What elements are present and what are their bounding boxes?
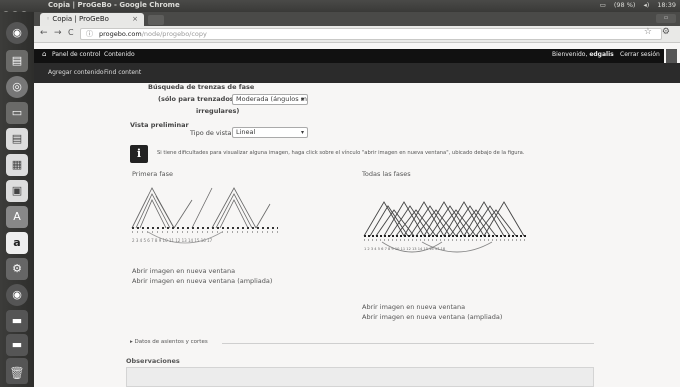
trash-icon[interactable]: 🗑 (6, 362, 28, 384)
search-sublabel-2: irregulares) (196, 107, 240, 115)
view-type-value: Lineal (236, 128, 256, 136)
clock[interactable]: 18:39 (657, 1, 676, 9)
welcome-text: Bienvenido, edgalis (552, 51, 614, 58)
logout-link[interactable]: Cerrar sesión (620, 51, 660, 58)
all-phases-title: Todas las fases (362, 170, 411, 178)
search-sublabel: (sólo para trenzados (158, 95, 234, 103)
view-type-select[interactable]: Lineal ▾ (232, 127, 308, 138)
battery-percent: (98 %) (613, 1, 636, 9)
browser-tab[interactable]: ◦ Copia | ProGeBo × (40, 13, 144, 26)
observations-textarea[interactable] (126, 367, 594, 387)
search-mode-select[interactable]: Moderada (ángulos m ▾ (232, 94, 308, 105)
observations-label: Observaciones (126, 357, 180, 365)
browser-icon[interactable]: ◎ (6, 76, 28, 98)
os-top-bar: Copia | ProGeBo - Google Chrome ▭ (98 %) ◂… (0, 0, 680, 17)
tab-close-icon[interactable]: × (132, 13, 138, 26)
all-open-large-link[interactable]: Abrir imagen en nueva ventana (ampliada) (362, 313, 502, 321)
system-tray: ▭ (98 %) ◂) 18:39 (592, 1, 676, 9)
browser-menu-icon[interactable]: ⚙ (662, 27, 670, 37)
add-content-link[interactable]: Agregar contenido (48, 69, 104, 76)
terminal-icon[interactable]: ▭ (6, 102, 28, 124)
window-app2-icon[interactable]: ▬ (6, 334, 28, 356)
window-controls[interactable] (3, 2, 43, 17)
username-link[interactable]: edgalis (589, 51, 613, 58)
window-title: Copia | ProGeBo - Google Chrome (48, 1, 180, 9)
house-icon[interactable]: ⌂ (42, 50, 46, 58)
window-app-icon[interactable]: ▬ (6, 310, 28, 332)
svg-text:2 3 4 5 6 7 8 9 10 11 12 13 14: 2 3 4 5 6 7 8 9 10 11 12 13 14 15 16 17 (132, 238, 213, 243)
calc-icon[interactable]: ▦ (6, 154, 28, 176)
seats-fieldset: ▸ Datos de asientos y cortes (130, 339, 594, 347)
seats-toggle[interactable]: ▸ Datos de asientos y cortes (130, 339, 208, 345)
all-phases-figure[interactable]: 1 2 3 4 5 6 7 8 9 10 11 12 13 14 15 16 1… (362, 196, 532, 266)
forward-button[interactable]: → (54, 28, 62, 38)
first-open-link[interactable]: Abrir imagen en nueva ventana (132, 267, 235, 275)
url-path: /node/progebo/copy (141, 30, 207, 38)
tab-title: Copia | ProGeBo (52, 15, 109, 23)
fieldset-divider (222, 343, 594, 344)
dash-home-icon[interactable]: ◉ (6, 22, 28, 44)
amazon-icon[interactable]: a (6, 232, 28, 254)
impress-icon[interactable]: ▣ (6, 180, 28, 202)
first-phase-figure[interactable]: 2 3 4 5 6 7 8 9 10 11 12 13 14 15 16 17 (130, 182, 280, 250)
address-bar[interactable]: ⓘ progebo.com/node/progebo/copy (80, 28, 662, 40)
admin-toolbar: ⌂ Panel de control Contenido Bienvenido,… (34, 49, 664, 63)
shortcuts-bar: Agregar contenido Find content (34, 63, 680, 83)
welcome-label: Bienvenido, (552, 51, 588, 58)
chrome-icon[interactable]: ◉ (6, 284, 28, 306)
new-tab-button[interactable] (148, 15, 164, 25)
nav-contenido[interactable]: Contenido (104, 51, 135, 58)
files-icon[interactable]: ▤ (6, 50, 28, 72)
software-center-icon[interactable]: A (6, 206, 28, 228)
first-open-large-link[interactable]: Abrir imagen en nueva ventana (ampliada) (132, 277, 272, 285)
all-open-link[interactable]: Abrir imagen en nueva ventana (362, 303, 465, 311)
nav-panel-de-control[interactable]: Panel de control (52, 51, 100, 58)
info-message: Si tiene dificultades para visualizar al… (157, 150, 525, 156)
volume-icon[interactable]: ◂) (643, 1, 649, 9)
writer-icon[interactable]: ▤ (6, 128, 28, 150)
info-icon[interactable]: ⓘ (86, 29, 93, 39)
preview-section-title: Vista preliminar (130, 121, 189, 129)
battery-icon[interactable]: ▭ (600, 1, 606, 9)
launcher: ◉ ▤ ◎ ▭ ▤ ▦ ▣ A a ⚙ ◉ ▬ ▬ ▬ (0, 12, 34, 387)
url-host: progebo.com (99, 30, 142, 38)
find-content-link[interactable]: Find content (104, 69, 141, 76)
search-mode-value: Moderada (ángulos m (236, 95, 307, 103)
view-type-label: Tipo de vista (190, 129, 232, 137)
info-icon: i (130, 145, 148, 163)
chevron-down-icon: ▾ (300, 129, 304, 136)
back-button[interactable]: ← (40, 28, 48, 38)
shortcuts-toggle-button[interactable] (666, 49, 677, 63)
svg-text:1 2 3 4 5 6 7 8 9 10 11 12 13: 1 2 3 4 5 6 7 8 9 10 11 12 13 14 15 16 1… (364, 247, 446, 251)
chevron-down-icon: ▾ (300, 96, 304, 103)
first-phase-title: Primera fase (132, 170, 173, 178)
window-menu-button[interactable]: ▭ (656, 14, 676, 23)
search-label: Búsqueda de trenzas de fase (148, 83, 255, 91)
reload-button[interactable]: C (68, 28, 74, 37)
settings-icon[interactable]: ⚙ (6, 258, 28, 280)
bookmark-star-icon[interactable]: ☆ (644, 27, 652, 37)
